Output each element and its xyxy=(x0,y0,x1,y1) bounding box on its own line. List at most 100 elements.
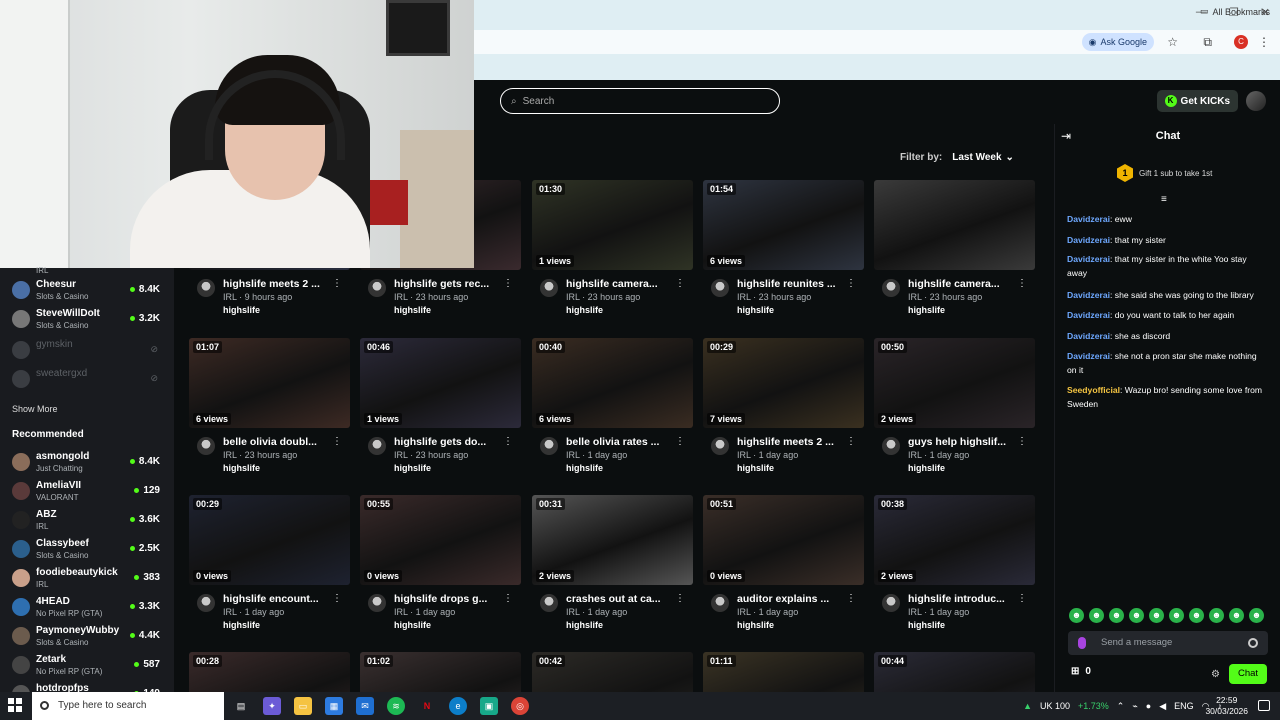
microphone-icon[interactable] xyxy=(1078,637,1086,649)
video-thumbnail[interactable]: 01:54 6 views xyxy=(703,180,864,270)
channel-avatar[interactable] xyxy=(197,437,215,455)
video-card[interactable]: 00:55 0 views highslife drops g... IRL · 1 … xyxy=(360,495,521,641)
channel-avatar[interactable] xyxy=(711,437,729,455)
video-channel-name[interactable]: highslife xyxy=(908,463,945,473)
emote-icon[interactable]: ☻ xyxy=(1229,608,1244,623)
video-card[interactable]: 00:29 0 views highslife encount... IRL · 1 … xyxy=(189,495,350,641)
user-avatar[interactable] xyxy=(1246,91,1266,111)
video-card[interactable]: 00:50 2 views guys help highslif... IRL · 1… xyxy=(874,338,1035,484)
chat-send-button[interactable]: Chat xyxy=(1229,664,1267,684)
video-channel-name[interactable]: highslife xyxy=(394,305,431,315)
video-thumbnail[interactable]: 00:29 0 views xyxy=(189,495,350,585)
emote-icon[interactable]: ☻ xyxy=(1169,608,1184,623)
sidebar-channel-item[interactable]: ABZ IRL 3.6K xyxy=(0,506,174,535)
more-options-icon[interactable]: ⋮ xyxy=(332,593,342,604)
star-icon[interactable]: ☆ xyxy=(1167,35,1178,49)
channel-avatar[interactable] xyxy=(882,279,900,297)
video-channel-name[interactable]: highslife xyxy=(737,463,774,473)
video-card[interactable]: 01:30 1 views highslife camera... IRL · 23 … xyxy=(532,180,693,326)
video-channel-name[interactable]: highslife xyxy=(566,305,603,315)
video-title[interactable]: highslife camera... xyxy=(908,278,1020,290)
edge-icon[interactable]: e xyxy=(449,697,467,715)
sidebar-channel-item[interactable]: AmeliaVII VALORANT 129 xyxy=(0,477,174,506)
emote-icon[interactable]: ☻ xyxy=(1249,608,1264,623)
store-icon[interactable]: ▦ xyxy=(325,697,343,715)
emote-icon[interactable]: ☻ xyxy=(1109,608,1124,623)
sidebar-channel-item[interactable]: asmongold Just Chatting 8.4K xyxy=(0,448,174,477)
more-options-icon[interactable]: ⋮ xyxy=(503,278,513,289)
video-thumbnail[interactable]: 00:51 0 views xyxy=(703,495,864,585)
video-thumbnail[interactable] xyxy=(874,180,1035,270)
chat-message-input[interactable]: Send a message xyxy=(1068,631,1268,655)
video-card[interactable]: 00:31 2 views crashes out at ca... IRL · 1 … xyxy=(532,495,693,641)
chevron-up-icon[interactable]: ⌃ xyxy=(1117,701,1125,712)
emote-icon[interactable]: ☻ xyxy=(1089,608,1104,623)
emote-icon[interactable]: ☻ xyxy=(1189,608,1204,623)
video-channel-name[interactable]: highslife xyxy=(566,620,603,630)
more-options-icon[interactable]: ⋮ xyxy=(503,436,513,447)
all-bookmarks-button[interactable]: ▭ All Bookmarks xyxy=(1200,6,1270,17)
video-title[interactable]: highslife meets 2 ... xyxy=(737,436,849,448)
video-channel-name[interactable]: highslife xyxy=(908,620,945,630)
sidebar-channel-item[interactable]: Classybeef Slots & Casino 2.5K xyxy=(0,535,174,564)
chat-username[interactable]: Seedyofficial xyxy=(1067,385,1120,395)
more-options-icon[interactable]: ⋮ xyxy=(846,278,856,289)
video-thumbnail[interactable]: 00:31 2 views xyxy=(532,495,693,585)
kicks-balance[interactable]: ⊞ 0 xyxy=(1071,666,1091,677)
pinned-message-icon[interactable]: ≡ xyxy=(1161,194,1167,205)
more-options-icon[interactable]: ⋮ xyxy=(846,593,856,604)
video-title[interactable]: crashes out at ca... xyxy=(566,593,678,605)
show-more-button[interactable]: Show More xyxy=(12,404,58,414)
video-card[interactable]: 01:07 6 views belle olivia doubl... IRL · 2… xyxy=(189,338,350,484)
video-channel-name[interactable]: highslife xyxy=(223,620,260,630)
video-thumbnail[interactable]: 01:30 1 views xyxy=(532,180,693,270)
video-title[interactable]: highslife drops g... xyxy=(394,593,506,605)
sidebar-channel-item[interactable]: sweatergxd ⊘ xyxy=(0,365,174,394)
gift-sub-banner[interactable]: 1 Gift 1 sub to take 1st xyxy=(1117,164,1212,182)
ask-google-button[interactable]: ◉ Ask Google xyxy=(1081,33,1154,51)
more-options-icon[interactable]: ⋮ xyxy=(1017,278,1027,289)
channel-avatar[interactable] xyxy=(368,594,386,612)
taskbar-clock[interactable]: 22:59 30/03/2026 xyxy=(1205,695,1248,717)
video-thumbnail[interactable]: 00:55 0 views xyxy=(360,495,521,585)
sidebar-channel-item[interactable]: foodiebeautykick IRL 383 xyxy=(0,564,174,593)
sidebar-channel-item[interactable]: Zetark No Pixel RP (GTA) 587 xyxy=(0,651,174,680)
get-kicks-button[interactable]: K Get KICKs xyxy=(1156,90,1238,112)
emote-icon[interactable]: ☻ xyxy=(1149,608,1164,623)
channel-avatar[interactable] xyxy=(540,437,558,455)
video-card[interactable]: 00:40 6 views belle olivia rates ... IRL · … xyxy=(532,338,693,484)
video-title[interactable]: belle olivia rates ... xyxy=(566,436,678,448)
video-channel-name[interactable]: highslife xyxy=(394,620,431,630)
mail-icon[interactable]: ✉ xyxy=(356,697,374,715)
video-title[interactable]: highslife gets do... xyxy=(394,436,506,448)
sidebar-channel-item[interactable]: SteveWillDoIt Slots & Casino 3.2K xyxy=(0,305,174,334)
more-options-icon[interactable]: ⋮ xyxy=(1017,593,1027,604)
channel-avatar[interactable] xyxy=(711,594,729,612)
sidebar-channel-item[interactable]: 4HEAD No Pixel RP (GTA) 3.3K xyxy=(0,593,174,622)
chat-username[interactable]: Davidzerai xyxy=(1067,254,1110,264)
task-view-icon[interactable]: ▤ xyxy=(232,697,250,715)
mic-tray-icon[interactable]: ● xyxy=(1146,701,1151,711)
netflix-icon[interactable]: N xyxy=(418,697,436,715)
chat-username[interactable]: Davidzerai xyxy=(1067,310,1110,320)
emote-icon[interactable]: ☻ xyxy=(1129,608,1144,623)
address-bar[interactable] xyxy=(474,30,1280,54)
channel-avatar[interactable] xyxy=(197,594,215,612)
video-thumbnail[interactable]: 00:29 7 views xyxy=(703,338,864,428)
network-icon[interactable]: ⌁ xyxy=(1132,701,1137,712)
chrome-icon[interactable]: ◎ xyxy=(511,697,529,715)
channel-avatar[interactable] xyxy=(540,594,558,612)
more-options-icon[interactable]: ⋮ xyxy=(503,593,513,604)
video-title[interactable]: highslife reunites ... xyxy=(737,278,849,290)
channel-avatar[interactable] xyxy=(882,594,900,612)
video-thumbnail[interactable]: 00:46 1 views xyxy=(360,338,521,428)
video-title[interactable]: highslife camera... xyxy=(566,278,678,290)
video-channel-name[interactable]: highslife xyxy=(223,305,260,315)
video-card[interactable]: 00:51 0 views auditor explains ... IRL · 1 … xyxy=(703,495,864,641)
more-options-icon[interactable]: ⋮ xyxy=(332,278,342,289)
video-title[interactable]: highslife gets rec... xyxy=(394,278,506,290)
video-title[interactable]: belle olivia doubl... xyxy=(223,436,335,448)
more-options-icon[interactable]: ⋮ xyxy=(332,436,342,447)
video-title[interactable]: guys help highslif... xyxy=(908,436,1020,448)
windows-start-icon[interactable] xyxy=(8,698,22,712)
